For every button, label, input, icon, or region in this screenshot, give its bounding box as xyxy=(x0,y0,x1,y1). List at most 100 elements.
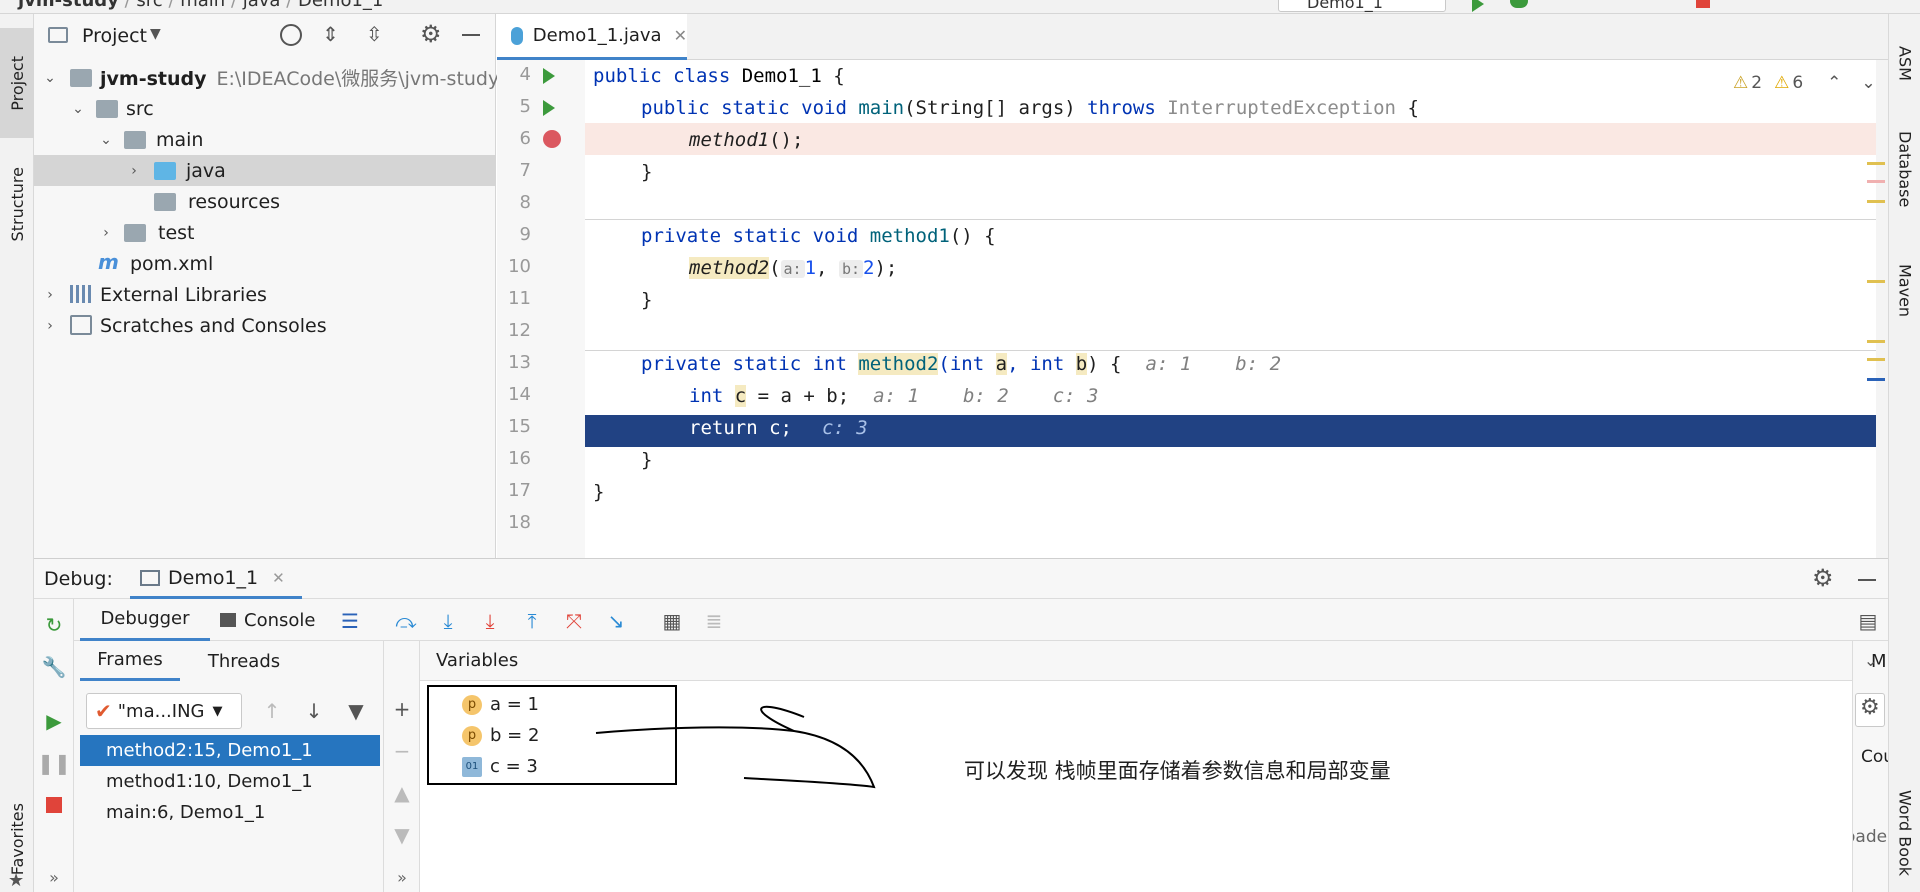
step-over-icon[interactable]: ⤼ xyxy=(394,609,418,633)
tab-debugger[interactable]: Debugger xyxy=(80,599,210,641)
expand-all-icon[interactable]: ⇕ xyxy=(322,22,339,46)
tool-tab-maven[interactable]: Maven xyxy=(1889,246,1920,336)
frame-item[interactable]: method2:15, Demo1_1 xyxy=(80,735,380,766)
tree-item-resources[interactable]: resources xyxy=(34,186,496,217)
collapse-all-icon[interactable]: ⇳ xyxy=(366,22,383,46)
more-icon[interactable]: » xyxy=(42,865,66,889)
frame-item[interactable]: main:6, Demo1_1 xyxy=(80,797,380,828)
chevron-down-icon[interactable]: ⌄ xyxy=(1861,73,1875,93)
locate-icon[interactable] xyxy=(280,24,302,46)
chevron-down-icon[interactable]: ▼ xyxy=(150,26,161,42)
run-gutter-icon[interactable] xyxy=(543,100,555,116)
project-view-title[interactable]: Project xyxy=(82,25,147,47)
stop-icon[interactable] xyxy=(1696,0,1710,8)
tool-tab-word-book[interactable]: Word Book xyxy=(1889,774,1920,892)
tab-threads[interactable]: Threads xyxy=(194,641,294,681)
tool-tab-database[interactable]: Database xyxy=(1889,114,1920,224)
tab-frames[interactable]: Frames xyxy=(80,641,180,681)
rerun-icon[interactable]: ↻ xyxy=(42,613,66,637)
tree-item-test[interactable]: › test xyxy=(34,217,496,248)
chevron-down-icon[interactable]: ⌄ xyxy=(42,70,58,86)
filter-icon[interactable]: ▼ xyxy=(344,699,368,723)
code-line-10[interactable]: method2(a: 1, b: 2); xyxy=(585,252,1876,284)
tree-item-pom[interactable]: m pom.xml xyxy=(34,248,496,279)
breakpoint-icon[interactable] xyxy=(543,130,561,148)
gear-icon[interactable]: ⚙ xyxy=(1812,564,1834,592)
tree-item-scratches[interactable]: › Scratches and Consoles xyxy=(34,310,496,341)
inspection-widget[interactable]: ⚠ 2 ⚠ 6 ⌃ ⌄ xyxy=(1733,70,1883,96)
drop-frame-icon[interactable]: ⤧ xyxy=(562,609,586,633)
code-line-4[interactable]: public class Demo1_1 { xyxy=(585,60,1876,92)
thread-select[interactable]: ✔ "ma...ING ▼ xyxy=(86,693,242,729)
step-into-icon[interactable]: ⤓ xyxy=(436,609,460,633)
layout-icon[interactable]: ▤ xyxy=(1856,609,1880,633)
error-stripe-mark xyxy=(1867,340,1885,343)
add-icon[interactable]: + xyxy=(390,697,414,721)
chevron-right-icon[interactable]: › xyxy=(42,287,58,303)
code-line-7[interactable]: } xyxy=(585,156,1876,188)
tab-console[interactable]: Console xyxy=(220,599,330,641)
run-config-select[interactable]: Demo1_1 xyxy=(1278,0,1446,12)
chevron-right-icon[interactable]: › xyxy=(98,225,114,241)
tree-item-java[interactable]: › java xyxy=(34,155,496,186)
wrench-icon[interactable]: 🔧 xyxy=(42,655,67,679)
stop-icon[interactable] xyxy=(42,793,66,817)
tool-tab-project[interactable]: Project xyxy=(0,28,34,138)
code-line-9[interactable]: private static void method1() { xyxy=(585,220,1876,252)
run-gutter-icon[interactable] xyxy=(543,68,555,84)
code-editor: Demo1_1.java ✕ 4 5 6 7 8 9 10 11 12 13 1… xyxy=(497,14,1888,558)
keyword: public class xyxy=(593,65,742,87)
step-out-icon[interactable]: ⤒ xyxy=(520,609,544,633)
pause-icon[interactable]: ❚❚ xyxy=(37,751,71,775)
chevron-right-icon[interactable]: › xyxy=(42,318,58,334)
debug-session-tab[interactable]: Demo1_1 ✕ xyxy=(130,559,302,599)
code-line-6[interactable]: method1(); xyxy=(585,124,1876,156)
arrow-down-icon[interactable]: ↓ xyxy=(302,699,326,723)
code-line-11[interactable]: } xyxy=(585,284,1876,316)
code-line-5[interactable]: public static void main(String[] args) t… xyxy=(585,92,1876,124)
code-line-15[interactable]: return c; c: 3 xyxy=(585,412,1876,444)
evaluate-icon[interactable]: ▦ xyxy=(660,609,684,633)
breadcrumb-main[interactable]: main xyxy=(180,0,225,11)
chevron-down-icon[interactable]: ⌄ xyxy=(1864,651,1877,670)
run-icon[interactable] xyxy=(1472,0,1484,12)
tool-tab-asm[interactable]: ASM xyxy=(1889,28,1920,98)
chevron-down-icon[interactable]: ⌄ xyxy=(70,101,86,117)
keyword: public static void xyxy=(641,97,859,119)
breadcrumb-project[interactable]: jvm-study xyxy=(18,0,119,11)
editor-scrollbar[interactable] xyxy=(1876,60,1888,558)
close-icon[interactable]: ✕ xyxy=(674,26,687,45)
tree-item-jvm-study[interactable]: ⌄ jvm-study E:\IDEACode\微服务\jvm-study xyxy=(34,62,499,93)
gear-icon[interactable]: ⚙ xyxy=(420,20,442,48)
code-line-16[interactable]: } xyxy=(585,444,1876,476)
arrow-up-icon: ↑ xyxy=(263,699,281,723)
line-number: 15 xyxy=(508,416,531,437)
resume-icon[interactable]: ▶ xyxy=(42,709,66,733)
menu-icon[interactable]: ☰ xyxy=(338,609,362,633)
tool-tab-asm-label: ASM xyxy=(1895,45,1915,81)
chevron-up-icon[interactable]: ⌃ xyxy=(1827,73,1841,93)
code-line-17[interactable]: } xyxy=(585,476,1876,508)
frame-item[interactable]: method1:10, Demo1_1 xyxy=(80,766,380,797)
force-step-into-icon[interactable]: ⤓ xyxy=(478,609,502,633)
line-number: 12 xyxy=(508,320,531,341)
breadcrumb-class[interactable]: Demo1_1 xyxy=(298,0,383,11)
tool-tab-structure[interactable]: Structure xyxy=(0,144,34,264)
tree-item-src[interactable]: ⌄ src xyxy=(34,93,496,124)
run-to-cursor-icon[interactable]: ↘ xyxy=(604,609,628,633)
code-line-13[interactable]: private static int method2(int a, int b)… xyxy=(585,348,1876,380)
hide-panel-icon[interactable] xyxy=(462,34,480,36)
tree-item-external-libraries[interactable]: › External Libraries xyxy=(34,279,496,310)
chevron-down-icon[interactable]: ⌄ xyxy=(98,132,114,148)
hide-panel-icon[interactable] xyxy=(1858,579,1876,581)
chevron-right-icon[interactable]: › xyxy=(126,163,142,179)
gear-icon[interactable]: ⚙ xyxy=(1860,695,1880,720)
code-line-14[interactable]: int c = a + b; a: 1 b: 2 c: 3 xyxy=(585,380,1876,412)
editor-tab-demo1_1[interactable]: Demo1_1.java ✕ xyxy=(497,14,687,60)
close-icon[interactable]: ✕ xyxy=(272,569,285,587)
breadcrumb-src[interactable]: src xyxy=(136,0,162,11)
more-icon[interactable]: » xyxy=(390,865,414,889)
debug-icon[interactable] xyxy=(1510,0,1528,8)
tree-item-main[interactable]: ⌄ main xyxy=(34,124,496,155)
breadcrumb-java[interactable]: java xyxy=(243,0,281,11)
